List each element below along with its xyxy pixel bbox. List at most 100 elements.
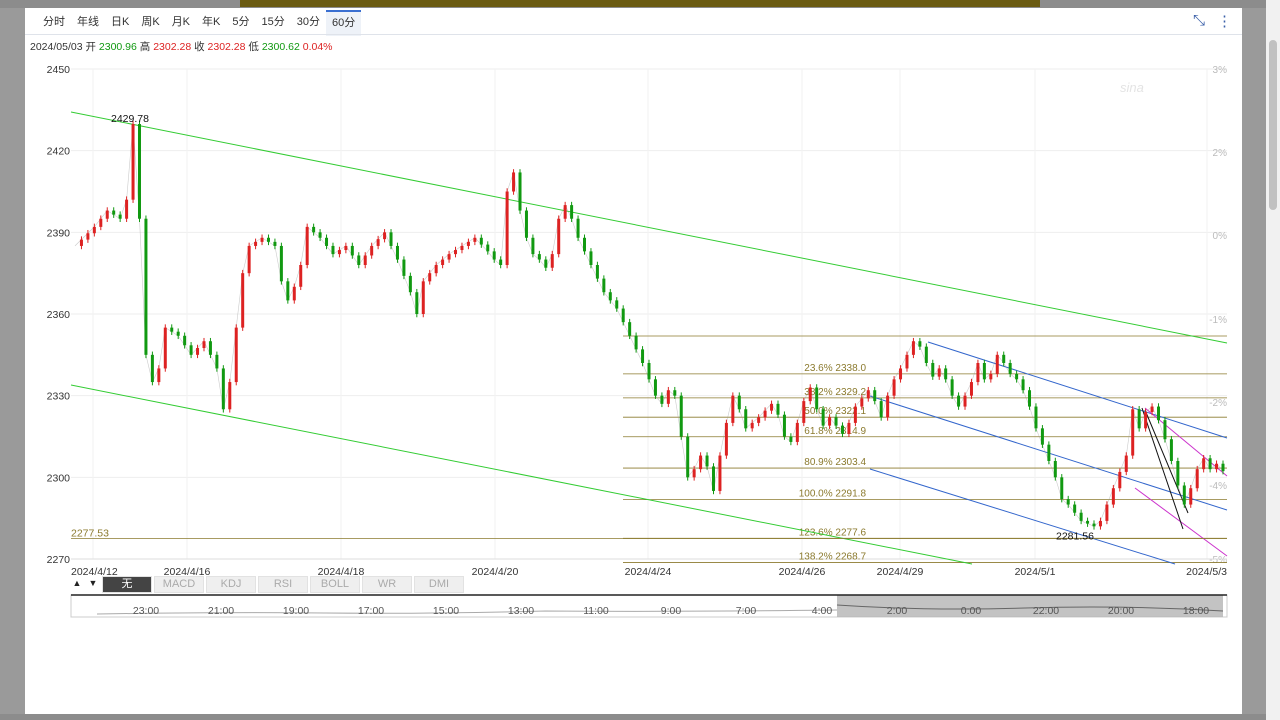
navigator-label: 7:00 <box>736 605 757 617</box>
indicator-tabs: ▲ ▼ 无 MACD KDJ RSI BOLL WR DMI <box>70 576 466 593</box>
candle-body <box>550 254 554 268</box>
candle-body <box>589 251 593 265</box>
candle-body <box>157 368 161 383</box>
candle-body <box>608 292 612 301</box>
candle-body <box>673 390 677 396</box>
candle-body <box>176 331 180 336</box>
candle-body <box>1150 406 1154 412</box>
candlestick-chart[interactable]: 2450 2420 2390 2360 2330 2300 2270 3% 2% 0% -1% -2%… <box>25 8 1242 714</box>
candle-body <box>1079 512 1083 521</box>
candle-body <box>802 401 806 423</box>
watermark-logo: sina <box>1120 80 1144 95</box>
candle-body <box>653 379 657 396</box>
annotation-support: 2277.53 <box>71 528 109 540</box>
candle-body <box>795 422 799 442</box>
fib-label: 38.2% 2329.2 <box>804 387 866 398</box>
candle-body <box>86 233 90 240</box>
candle-body <box>892 379 896 396</box>
candle-body <box>1111 488 1115 505</box>
navigator-label: 15:00 <box>433 605 459 617</box>
navigator-label: 2:00 <box>887 605 908 617</box>
candle-body <box>421 281 425 314</box>
x-tick-label: 2024/5/3 <box>1186 566 1227 578</box>
candle-body <box>834 417 838 426</box>
candle-body <box>879 401 883 418</box>
right-tick-label: 3% <box>1213 65 1228 76</box>
candle-body <box>1015 373 1019 380</box>
indicator-5[interactable]: WR <box>362 576 412 593</box>
candle-body <box>744 409 748 429</box>
fib-label: 138.2% 2268.7 <box>799 552 867 563</box>
candle-body <box>1195 469 1199 489</box>
candle-body <box>937 368 941 377</box>
nav-down-arrow[interactable]: ▼ <box>86 576 100 591</box>
navigator-label: 22:00 <box>1033 605 1059 617</box>
navigator-label: 4:00 <box>812 605 833 617</box>
navigator-label: 0:00 <box>961 605 982 617</box>
candle-body <box>266 237 270 242</box>
candle-body <box>196 348 200 355</box>
candle-body <box>208 341 212 355</box>
y-tick-label: 2360 <box>47 309 71 321</box>
right-tick-label: -5% <box>1209 555 1227 566</box>
candle-body <box>363 255 367 265</box>
candle-body <box>840 425 844 434</box>
indicator-0[interactable]: 无 <box>102 576 152 593</box>
candle-body <box>383 232 387 240</box>
candle-body <box>376 239 380 246</box>
y-tick-label: 2300 <box>47 472 71 484</box>
candle-body <box>524 210 528 238</box>
candle-body <box>1105 504 1109 521</box>
fib-label: 100.0% 2291.8 <box>799 489 867 500</box>
page-scrollbar[interactable] <box>1266 0 1280 720</box>
candle-body <box>286 281 290 301</box>
candle-body <box>241 273 245 328</box>
candle-body <box>105 210 109 219</box>
navigator-label: 21:00 <box>208 605 234 617</box>
candle-body <box>873 390 877 402</box>
candle-body <box>215 354 219 369</box>
candle-body <box>950 379 954 396</box>
candle-body <box>576 218 580 238</box>
candle-body <box>1189 488 1193 505</box>
indicator-4[interactable]: BOLL <box>310 576 360 593</box>
right-tick-label: -2% <box>1209 398 1227 409</box>
candle-body <box>1176 461 1180 486</box>
indicator-1[interactable]: MACD <box>154 576 204 593</box>
candle-body <box>1073 504 1077 513</box>
candle-body <box>144 218 148 355</box>
indicator-2[interactable]: KDJ <box>206 576 256 593</box>
candle-body <box>1086 520 1090 524</box>
page-scrollbar-thumb[interactable] <box>1269 40 1277 210</box>
candle-body <box>125 199 129 219</box>
candle-body <box>544 259 548 268</box>
candle-body <box>1169 439 1173 461</box>
candle-body <box>821 409 825 426</box>
candle-body <box>982 363 986 380</box>
x-tick-label: 2024/4/20 <box>472 566 519 578</box>
nav-up-arrow[interactable]: ▲ <box>70 576 84 591</box>
candle-body <box>202 341 206 349</box>
candle-body <box>647 363 651 380</box>
navigator-label: 13:00 <box>508 605 534 617</box>
candle-body <box>137 124 141 219</box>
candle-body <box>995 354 999 374</box>
candle-body <box>460 245 464 251</box>
candle-body <box>763 410 767 418</box>
candle-body <box>1008 363 1012 374</box>
indicator-3[interactable]: RSI <box>258 576 308 593</box>
x-tick-label: 2024/4/29 <box>877 566 924 578</box>
candle-body <box>686 436 690 478</box>
candle-body <box>254 241 258 246</box>
candle-body <box>247 245 251 274</box>
candle-body <box>479 237 483 245</box>
candle-body <box>466 241 470 246</box>
candle-body <box>1060 477 1064 500</box>
candle-body <box>1021 379 1025 391</box>
candle-body <box>911 341 915 355</box>
right-tick-label: -4% <box>1209 481 1227 492</box>
candle-body <box>454 250 458 255</box>
candle-body <box>79 239 83 246</box>
channel-blue-lower <box>869 468 1176 565</box>
indicator-6[interactable]: DMI <box>414 576 464 593</box>
